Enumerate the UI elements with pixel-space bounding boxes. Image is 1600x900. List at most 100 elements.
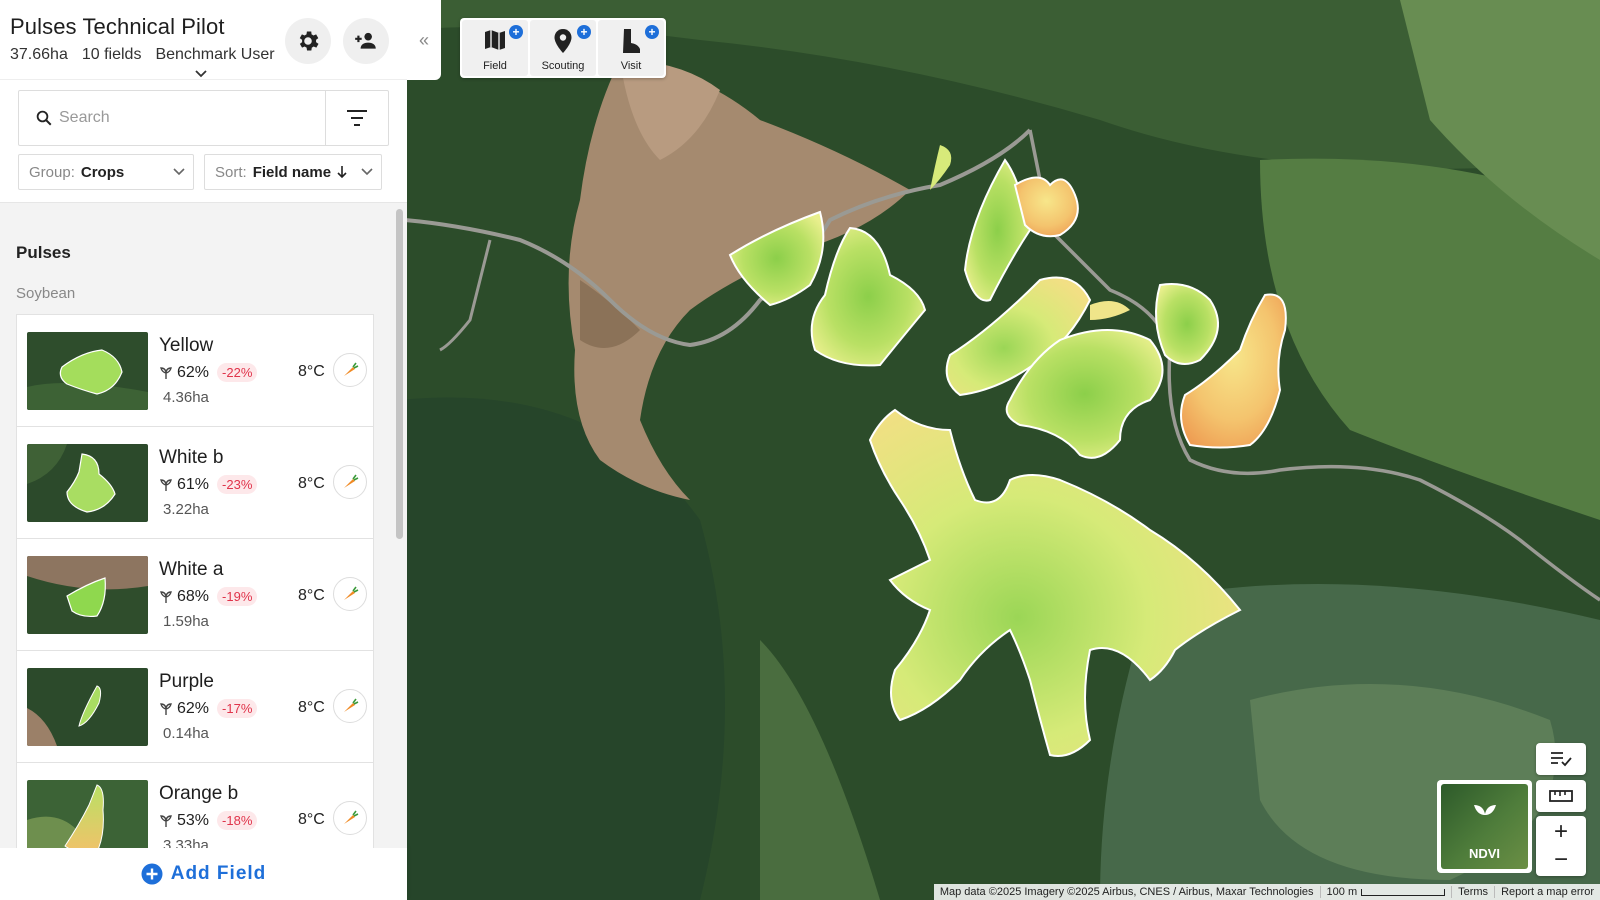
field-list: Pulses Soybean Yellow 62% -22% 4.36ha 8°… xyxy=(0,203,390,848)
carrot-icon xyxy=(344,362,359,376)
field-sidebar: Pulses Technical Pilot 37.66ha 10 fields… xyxy=(0,0,407,900)
zoom-in-button[interactable]: + xyxy=(1554,818,1568,846)
field-name: Orange b xyxy=(159,783,239,804)
ndvi-preview: NDVI xyxy=(1441,784,1528,869)
farm-header: Pulses Technical Pilot 37.66ha 10 fields… xyxy=(0,0,407,80)
field-change-badge: -22% xyxy=(217,363,258,382)
carrot-icon xyxy=(344,698,359,712)
temperature-value: 8°C xyxy=(298,587,325,604)
gear-icon xyxy=(299,31,319,51)
collapse-sidebar-button[interactable]: « xyxy=(407,0,441,80)
zoom-controls: + − xyxy=(1536,816,1586,876)
sort-select[interactable]: Sort: Field name xyxy=(204,154,382,190)
moon-icon xyxy=(282,590,288,602)
location-pin-icon xyxy=(554,29,572,53)
field-list-container[interactable]: Pulses Soybean Yellow 62% -22% 4.36ha 8°… xyxy=(0,202,407,848)
field-name: Purple xyxy=(159,671,214,692)
plant-icon xyxy=(1474,805,1496,827)
moon-icon xyxy=(282,814,288,826)
scale-bar xyxy=(1361,888,1446,896)
add-user-icon xyxy=(355,32,376,49)
plus-badge-icon: + xyxy=(645,25,659,39)
crop-button[interactable] xyxy=(333,465,367,499)
legend-button[interactable] xyxy=(1536,743,1586,775)
field-thumbnail xyxy=(27,780,148,848)
add-scouting-tool-button[interactable]: + Scouting xyxy=(530,20,596,76)
carrot-icon xyxy=(344,474,359,488)
attribution-text: Map data ©2025 Imagery ©2025 Airbus, CNE… xyxy=(939,886,1314,898)
report-map-error-link[interactable]: Report a map error xyxy=(1494,886,1600,898)
field-tool-label: Field xyxy=(483,60,507,72)
field-thumbnail xyxy=(27,556,148,634)
add-field-label: Add Field xyxy=(170,863,267,884)
chevron-down-icon[interactable] xyxy=(195,70,207,78)
field-change-badge: -19% xyxy=(217,587,258,606)
field-thumbnail xyxy=(27,668,148,746)
field-health: 68% xyxy=(177,587,210,605)
field-card[interactable]: White a 68% -19% 1.59ha 8°C xyxy=(16,538,374,650)
sprout-icon xyxy=(160,702,172,715)
field-card[interactable]: Orange b 53% -18% 3.33ha 8°C xyxy=(16,762,374,848)
double-chevron-left-icon: « xyxy=(418,29,429,50)
measure-button[interactable] xyxy=(1536,780,1586,812)
field-area: 1.59ha xyxy=(163,613,209,630)
field-health: 62% xyxy=(177,699,210,717)
crop-button[interactable] xyxy=(333,689,367,723)
moon-icon xyxy=(282,478,288,490)
crop-button[interactable] xyxy=(333,801,367,835)
farm-area: 37.66ha xyxy=(10,46,68,63)
field-name: White a xyxy=(159,559,224,580)
visit-tool-label: Visit xyxy=(620,60,642,72)
field-name: White b xyxy=(159,447,224,468)
sprout-icon xyxy=(160,478,172,491)
moon-icon xyxy=(282,366,288,378)
field-area: 3.33ha xyxy=(163,837,209,848)
settings-button[interactable] xyxy=(285,18,331,64)
list-scrollbar[interactable] xyxy=(396,209,403,539)
filter-icon xyxy=(347,110,367,126)
field-stats: 61% -23% xyxy=(159,475,258,494)
zoom-out-button[interactable]: − xyxy=(1554,846,1568,874)
field-health: 61% xyxy=(177,475,210,493)
field-change-badge: -17% xyxy=(217,699,258,718)
add-field-tool-button[interactable]: + Field xyxy=(462,20,528,76)
sort-select-value: Field name xyxy=(252,163,332,181)
field-area: 0.14ha xyxy=(163,725,209,742)
field-area: 4.36ha xyxy=(163,389,209,406)
search-input[interactable] xyxy=(59,109,279,127)
plus-circle-icon xyxy=(141,863,163,885)
group-select-label: Group: xyxy=(29,163,75,181)
crop-button[interactable] xyxy=(333,577,367,611)
group-heading: Pulses xyxy=(16,243,71,262)
ndvi-label: NDVI xyxy=(1468,846,1501,861)
field-card[interactable]: Yellow 62% -22% 4.36ha 8°C xyxy=(16,314,374,426)
terms-link[interactable]: Terms xyxy=(1451,886,1494,898)
field-card[interactable]: White b 61% -23% 3.22ha 8°C xyxy=(16,426,374,538)
sprout-icon xyxy=(160,814,172,827)
map-toolbar: + Field + Scouting + Visit xyxy=(460,18,666,78)
crop-button[interactable] xyxy=(333,353,367,387)
temperature-value: 8°C xyxy=(298,811,325,828)
app-root: Pulses Technical Pilot 37.66ha 10 fields… xyxy=(0,0,1600,900)
temperature-value: 8°C xyxy=(298,475,325,492)
sprout-icon xyxy=(160,366,172,379)
ndvi-layer-toggle[interactable]: NDVI xyxy=(1437,780,1532,873)
field-stats: 68% -19% xyxy=(159,587,258,606)
subgroup-heading: Soybean xyxy=(16,285,76,302)
field-name: Yellow xyxy=(159,335,214,356)
list-check-icon xyxy=(1551,752,1572,767)
field-stats: 53% -18% xyxy=(159,811,258,830)
field-card[interactable]: Purple 62% -17% 0.14ha 8°C xyxy=(16,650,374,762)
scale-label: 100 m xyxy=(1326,886,1358,898)
group-select[interactable]: Group: Crops xyxy=(18,154,194,190)
field-health: 53% xyxy=(177,811,210,829)
map-icon xyxy=(485,30,505,50)
add-field-button[interactable]: Add Field xyxy=(0,848,407,900)
add-user-button[interactable] xyxy=(343,18,389,64)
field-thumbnail xyxy=(27,444,148,522)
add-visit-tool-button[interactable]: + Visit xyxy=(598,20,664,76)
filter-button[interactable] xyxy=(325,91,388,145)
field-thumbnail xyxy=(27,332,148,410)
field-temperature: 8°C xyxy=(279,811,325,829)
field-temperature: 8°C xyxy=(279,699,325,717)
